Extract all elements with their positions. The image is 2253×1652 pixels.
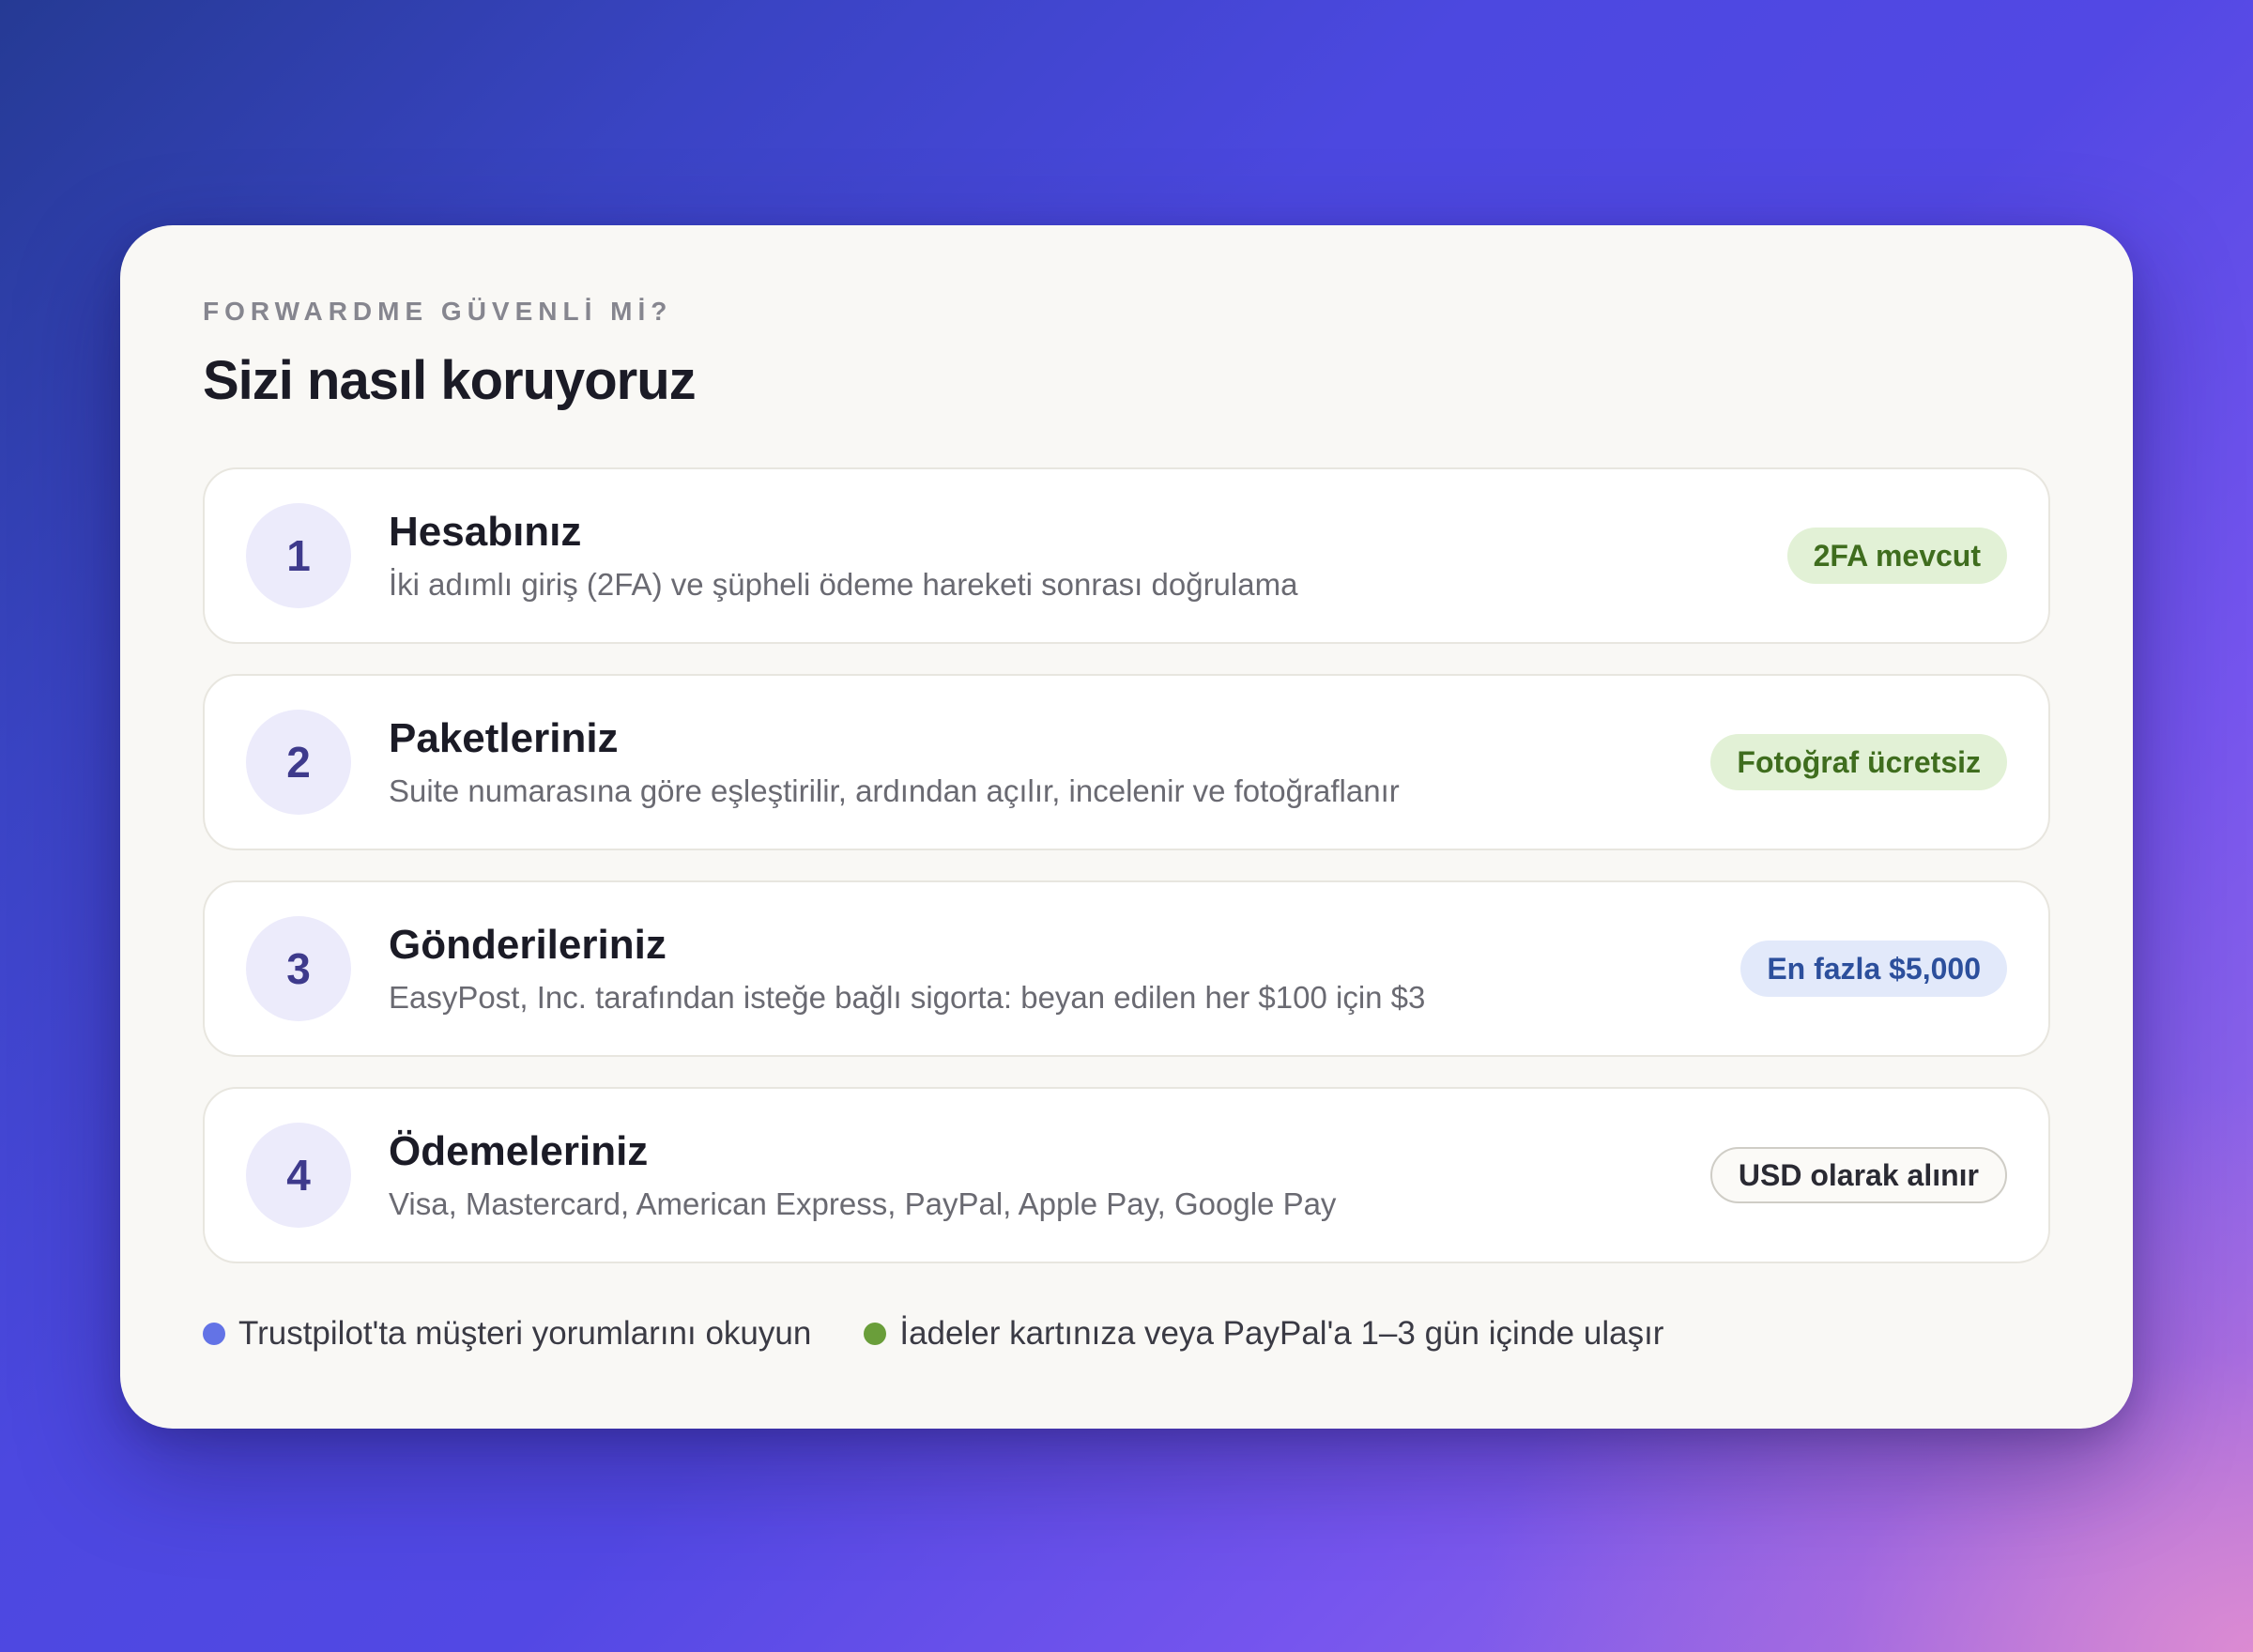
section-eyebrow: FORWARDME GÜVENLİ Mİ? <box>203 297 673 326</box>
item-title: Gönderileriniz <box>389 922 667 968</box>
step-number-badge: 4 <box>246 1123 351 1228</box>
item-description: Suite numarasına göre eşleştirilir, ardı… <box>389 773 1400 808</box>
status-badge: 2FA mevcut <box>1786 528 2007 584</box>
item-description: EasyPost, Inc. tarafından isteğe bağlı s… <box>389 980 1426 1015</box>
step-number-badge: 2 <box>246 710 351 815</box>
footer-link-text: Trustpilot'ta müşteri yorumlarını okuyun <box>238 1315 812 1352</box>
item-title: Ödemeleriniz <box>389 1128 649 1174</box>
item-title: Hesabınız <box>389 509 582 555</box>
footer-links: Trustpilot'ta müşteri yorumlarını okuyun… <box>203 1310 1716 1357</box>
section-title: Sizi nasıl koruyoruz <box>203 350 697 411</box>
footer-link-text: İadeler kartınıza veya PayPal'a 1–3 gün … <box>899 1315 1664 1352</box>
item-description: İki adımlı giriş (2FA) ve şüpheli ödeme … <box>389 567 1298 602</box>
item-description: Visa, Mastercard, American Express, PayP… <box>389 1186 1337 1221</box>
bullet-dot-icon <box>203 1323 225 1345</box>
step-number-badge: 1 <box>246 503 351 608</box>
protection-item-packages: 2 Paketleriniz Suite numarasına göre eşl… <box>203 674 2050 850</box>
protection-item-payments: 4 Ödemeleriniz Visa, Mastercard, America… <box>203 1087 2050 1263</box>
trustpilot-reviews-link[interactable]: Trustpilot'ta müşteri yorumlarını okuyun <box>203 1315 811 1353</box>
security-card: FORWARDME GÜVENLİ Mİ? Sizi nasıl koruyor… <box>120 225 2133 1429</box>
refunds-info-link[interactable]: İadeler kartınıza veya PayPal'a 1–3 gün … <box>864 1315 1663 1353</box>
status-badge: En fazla $5,000 <box>1740 941 2007 997</box>
item-title: Paketleriniz <box>389 715 619 761</box>
protection-list: 1 Hesabınız İki adımlı giriş (2FA) ve şü… <box>203 467 2050 1293</box>
status-badge: Fotoğraf ücretsiz <box>1710 734 2007 790</box>
protection-item-shipments: 3 Gönderileriniz EasyPost, Inc. tarafınd… <box>203 880 2050 1057</box>
bullet-dot-icon <box>864 1323 887 1345</box>
status-badge: USD olarak alınır <box>1709 1147 2007 1203</box>
protection-item-account: 1 Hesabınız İki adımlı giriş (2FA) ve şü… <box>203 467 2050 644</box>
step-number-badge: 3 <box>246 916 351 1021</box>
